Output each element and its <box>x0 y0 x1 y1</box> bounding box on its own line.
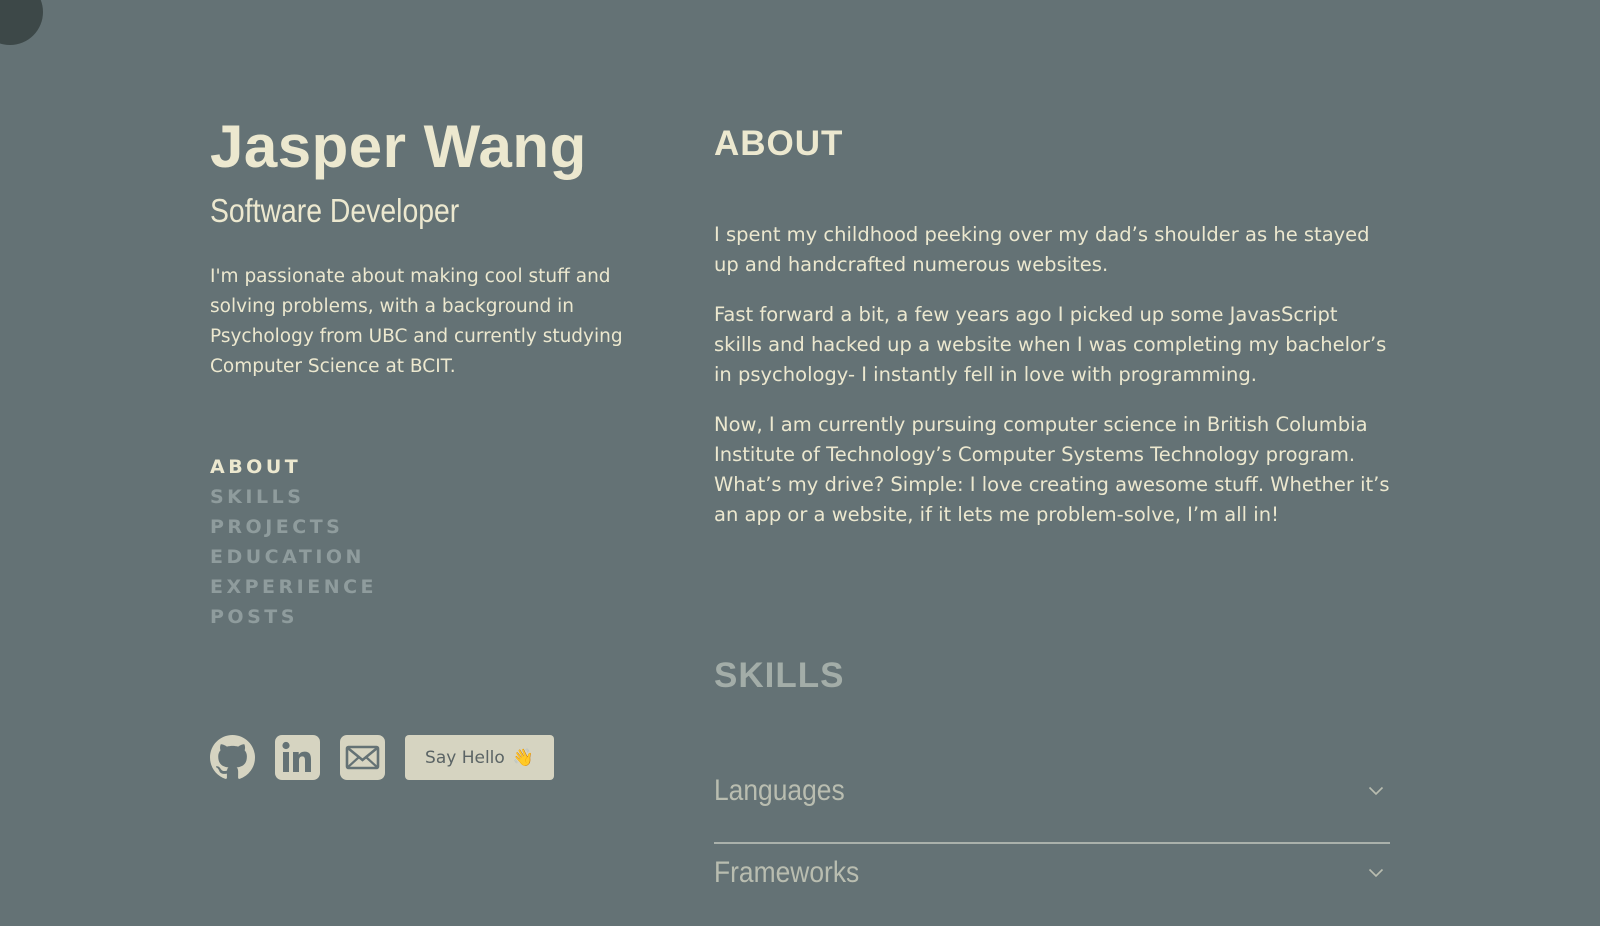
chevron-down-icon <box>1368 868 1384 878</box>
github-icon[interactable] <box>210 735 255 780</box>
skills-title: SKILLS <box>714 656 845 695</box>
waving-hand-icon: 👋 <box>512 747 534 768</box>
say-hello-button[interactable]: Say Hello 👋 <box>405 735 554 780</box>
profile-intro: I'm passionate about making cool stuff a… <box>210 266 623 377</box>
profile-name: Jasper Wang <box>210 113 587 180</box>
accordion-languages[interactable]: Languages <box>714 762 1390 844</box>
section-nav: ABOUT SKILLS PROJECTS EDUCATION EXPERIEN… <box>210 452 377 632</box>
about-body: I spent my childhood peeking over my dad… <box>714 220 1390 530</box>
mail-icon[interactable] <box>340 735 385 780</box>
profile-panel: Jasper Wang Software Developer I'm passi… <box>210 110 650 382</box>
skills-accordion: Languages Frameworks <box>714 762 1390 926</box>
nav-item-education[interactable]: EDUCATION <box>210 542 377 572</box>
chevron-down-icon <box>1368 786 1384 796</box>
accordion-label: Languages <box>714 774 845 807</box>
nav-item-posts[interactable]: POSTS <box>210 602 377 632</box>
about-paragraph: Now, I am currently pursuing computer sc… <box>714 413 1390 526</box>
nav-item-about[interactable]: ABOUT <box>210 452 377 482</box>
nav-item-skills[interactable]: SKILLS <box>210 482 377 512</box>
linkedin-icon[interactable] <box>275 735 320 780</box>
social-links: Say Hello 👋 <box>210 735 554 780</box>
cursor-dot <box>0 0 43 45</box>
profile-role: Software Developer <box>210 192 460 229</box>
about-title: ABOUT <box>714 124 844 163</box>
say-hello-label: Say Hello <box>425 747 505 768</box>
about-paragraph: Fast forward a bit, a few years ago I pi… <box>714 303 1387 386</box>
accordion-frameworks[interactable]: Frameworks <box>714 844 1390 926</box>
nav-item-projects[interactable]: PROJECTS <box>210 512 377 542</box>
nav-item-experience[interactable]: EXPERIENCE <box>210 572 377 602</box>
accordion-label: Frameworks <box>714 856 860 889</box>
about-section: ABOUT I spent my childhood peeking over … <box>714 122 1390 550</box>
about-paragraph: I spent my childhood peeking over my dad… <box>714 223 1370 276</box>
